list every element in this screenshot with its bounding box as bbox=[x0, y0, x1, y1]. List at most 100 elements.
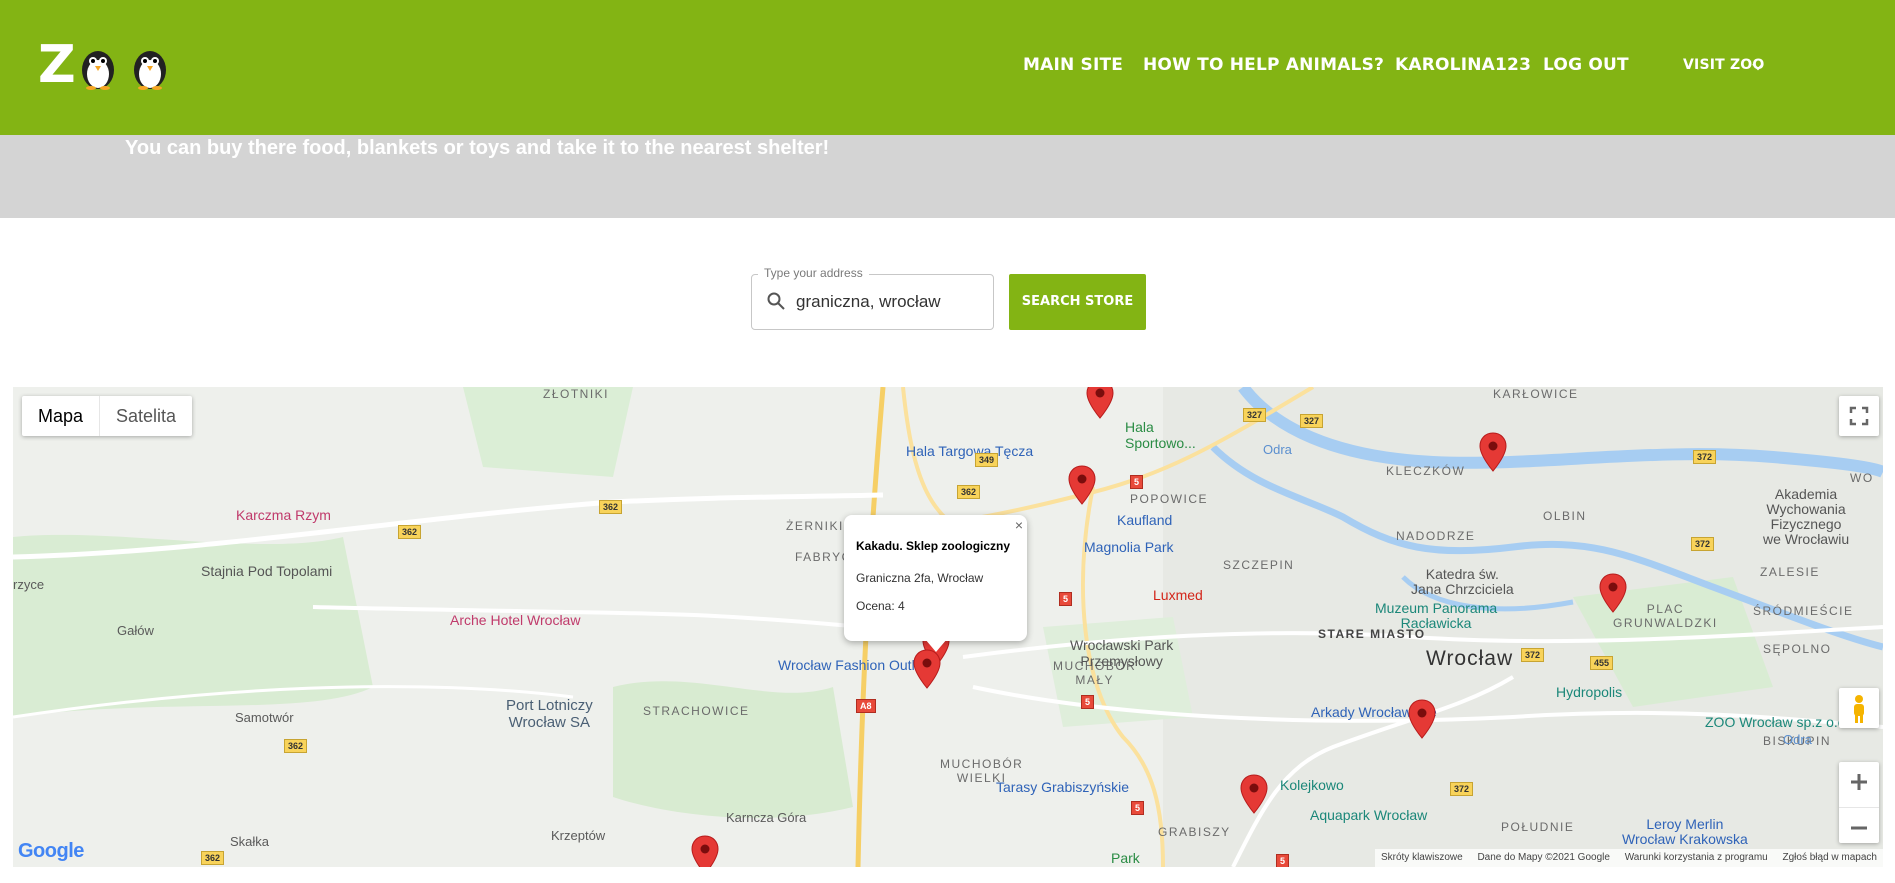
zoom-control bbox=[1839, 762, 1879, 843]
map-poi-label[interactable]: Stajnia Pod Topolami bbox=[201, 563, 332, 579]
nav-log-out[interactable]: LOG OUT bbox=[1543, 55, 1629, 75]
store-marker-pin[interactable] bbox=[1086, 387, 1114, 419]
map-poi-label[interactable]: Tarasy Grabiszyńskie bbox=[996, 779, 1129, 795]
map-poi-label[interactable]: ZOO Wrocław sp.z o.o bbox=[1705, 714, 1846, 730]
banner-text: You can buy there food, blankets or toys… bbox=[125, 137, 830, 159]
map-poi-label[interactable]: Akademia Wychowania Fizycznego we Wrocła… bbox=[1763, 487, 1849, 547]
map-poi-label[interactable]: Magnolia Park bbox=[1084, 539, 1174, 555]
map-poi-label[interactable]: Hydropolis bbox=[1556, 684, 1622, 700]
report-error-link[interactable]: Zgłoś błąd w mapach bbox=[1777, 852, 1884, 863]
store-marker-pin[interactable] bbox=[1240, 774, 1268, 814]
zoo-logo[interactable]: Z bbox=[38, 35, 188, 95]
road-shield: 372 bbox=[1693, 450, 1717, 464]
map-view[interactable]: ZŁOTNIKI KARŁOWICE Karczma Rzym rzyce St… bbox=[13, 387, 1883, 867]
map-label: ŚRÓDMIEŚCIE bbox=[1753, 604, 1854, 618]
map-label: SZCZEPIN bbox=[1223, 558, 1295, 572]
store-marker-pin[interactable] bbox=[1599, 573, 1627, 613]
store-marker-pin[interactable] bbox=[1068, 465, 1096, 505]
penguin-icon bbox=[134, 51, 166, 90]
store-info-window: × Kakadu. Sklep zoologiczny Graniczna 2f… bbox=[844, 515, 1027, 641]
road-shield: 5 bbox=[1131, 801, 1145, 815]
map-label: rzyce bbox=[13, 577, 45, 592]
map-poi-label[interactable]: Wrocławski Park Przemysłowy bbox=[1070, 637, 1173, 669]
road-shield: 5 bbox=[1081, 695, 1095, 709]
zoom-out-icon[interactable] bbox=[1839, 807, 1879, 848]
fullscreen-button[interactable] bbox=[1839, 396, 1879, 436]
address-input-value[interactable]: graniczna, wrocław bbox=[796, 292, 941, 312]
map-poi-label[interactable]: Kaufland bbox=[1117, 512, 1172, 528]
store-name: Kakadu. Sklep zoologiczny bbox=[856, 539, 1011, 553]
road-shield: 362 bbox=[284, 739, 308, 753]
road-shield: 349 bbox=[975, 453, 999, 467]
store-marker-pin[interactable] bbox=[913, 649, 941, 689]
map-label: OLBIN bbox=[1543, 509, 1587, 523]
road-shield: 372 bbox=[1521, 648, 1545, 662]
terms-link[interactable]: Warunki korzystania z programu bbox=[1619, 852, 1774, 863]
map-poi-label[interactable]: Hala Sportowo... bbox=[1125, 419, 1196, 451]
map-type-satellite-button[interactable]: Satelita bbox=[99, 396, 192, 436]
store-marker-pin[interactable] bbox=[691, 835, 719, 867]
pegman-icon bbox=[1854, 695, 1864, 723]
road-shield: 327 bbox=[1243, 408, 1267, 422]
top-navbar: Z MAIN SITE HOW TO HELP ANIMALS? KAROLIN… bbox=[0, 0, 1895, 135]
store-rating: Ocena: 4 bbox=[856, 599, 905, 613]
map-label: Karncza Góra bbox=[726, 810, 807, 825]
map-label: GRABISZY bbox=[1158, 825, 1231, 839]
map-label: Park bbox=[1111, 850, 1140, 866]
road-shield: 362 bbox=[398, 525, 422, 539]
road-shield: 5 bbox=[1130, 475, 1144, 489]
map-label: STRACHOWICE bbox=[643, 704, 750, 718]
info-banner: You can buy there food, blankets or toys… bbox=[0, 135, 1895, 218]
map-poi-label[interactable]: Wrocław Fashion Outlet bbox=[778, 657, 926, 673]
map-poi-label[interactable]: Leroy Merlin Wrocław Krakowska bbox=[1622, 817, 1748, 847]
map-label: Gałów bbox=[117, 623, 154, 638]
map-poi-label[interactable]: Karczma Rzym bbox=[236, 507, 331, 523]
map-type-toggle: Mapa Satelita bbox=[22, 396, 193, 436]
nav-how-to-help[interactable]: HOW TO HELP ANIMALS? bbox=[1143, 55, 1384, 75]
keyboard-shortcuts-link[interactable]: Skróty klawiszowe bbox=[1375, 852, 1469, 863]
map-label: Samotwór bbox=[235, 710, 294, 725]
map-label: SĘPOLNO bbox=[1763, 642, 1832, 656]
map-poi-label[interactable]: Muzeum Panorama Racławicka bbox=[1375, 601, 1497, 631]
map-poi-label[interactable]: Aquapark Wrocław bbox=[1310, 807, 1427, 823]
nav-username[interactable]: KAROLINA123 bbox=[1395, 55, 1531, 75]
map-label: KARŁOWICE bbox=[1493, 387, 1579, 401]
map-label: ZŁOTNIKI bbox=[543, 387, 610, 401]
map-data-text: Dane do Mapy ©2021 Google bbox=[1477, 852, 1610, 863]
road-shield: 5 bbox=[1276, 854, 1290, 867]
road-shield: 372 bbox=[1450, 782, 1474, 796]
map-poi-label[interactable]: Kolejkowo bbox=[1280, 777, 1344, 793]
road-shield: 372 bbox=[1691, 537, 1715, 551]
map-city-label: Wrocław bbox=[1426, 647, 1514, 670]
map-type-map-button[interactable]: Mapa bbox=[22, 396, 99, 436]
map-label: ZALESIE bbox=[1760, 565, 1820, 579]
info-window-tail bbox=[925, 639, 947, 652]
search-icon bbox=[767, 292, 785, 310]
chevron-down-icon[interactable] bbox=[1752, 62, 1764, 72]
street-view-button[interactable] bbox=[1839, 688, 1879, 728]
road-shield: 327 bbox=[1300, 414, 1324, 428]
map-label: KLECZKÓW bbox=[1386, 464, 1466, 478]
map-label: NADODRZE bbox=[1396, 529, 1476, 543]
map-label: WO bbox=[1850, 471, 1874, 485]
store-marker-pin[interactable] bbox=[1408, 699, 1436, 739]
nav-main-site[interactable]: MAIN SITE bbox=[1023, 55, 1123, 75]
logo-letter: Z bbox=[38, 35, 76, 95]
road-shield: 362 bbox=[957, 485, 981, 499]
zoom-in-icon[interactable] bbox=[1839, 762, 1879, 802]
map-poi-label[interactable]: Luxmed bbox=[1153, 587, 1203, 603]
map-attribution: Skróty klawiszowe Dane do Mapy ©2021 Goo… bbox=[1374, 849, 1884, 867]
road-shield: 455 bbox=[1590, 656, 1614, 670]
map-label: Port Lotniczy Wrocław SA bbox=[506, 697, 593, 731]
close-icon[interactable]: × bbox=[1015, 517, 1023, 533]
map-label: POPOWICE bbox=[1130, 492, 1209, 506]
store-address: Graniczna 2fa, Wrocław bbox=[856, 571, 984, 585]
google-logo[interactable]: Google bbox=[18, 840, 84, 863]
search-store-button[interactable]: SEARCH STORE bbox=[1009, 274, 1146, 330]
map-poi-label[interactable]: Katedra św. Jana Chrzciciela bbox=[1411, 567, 1514, 597]
store-marker-pin[interactable] bbox=[1479, 432, 1507, 472]
map-poi-label[interactable]: Arche Hotel Wrocław bbox=[450, 612, 580, 628]
map-poi-label[interactable]: Hala Targowa Tęcza bbox=[906, 443, 1033, 459]
road-shield: 362 bbox=[201, 851, 225, 865]
map-label: POŁUDNIE bbox=[1501, 820, 1575, 834]
